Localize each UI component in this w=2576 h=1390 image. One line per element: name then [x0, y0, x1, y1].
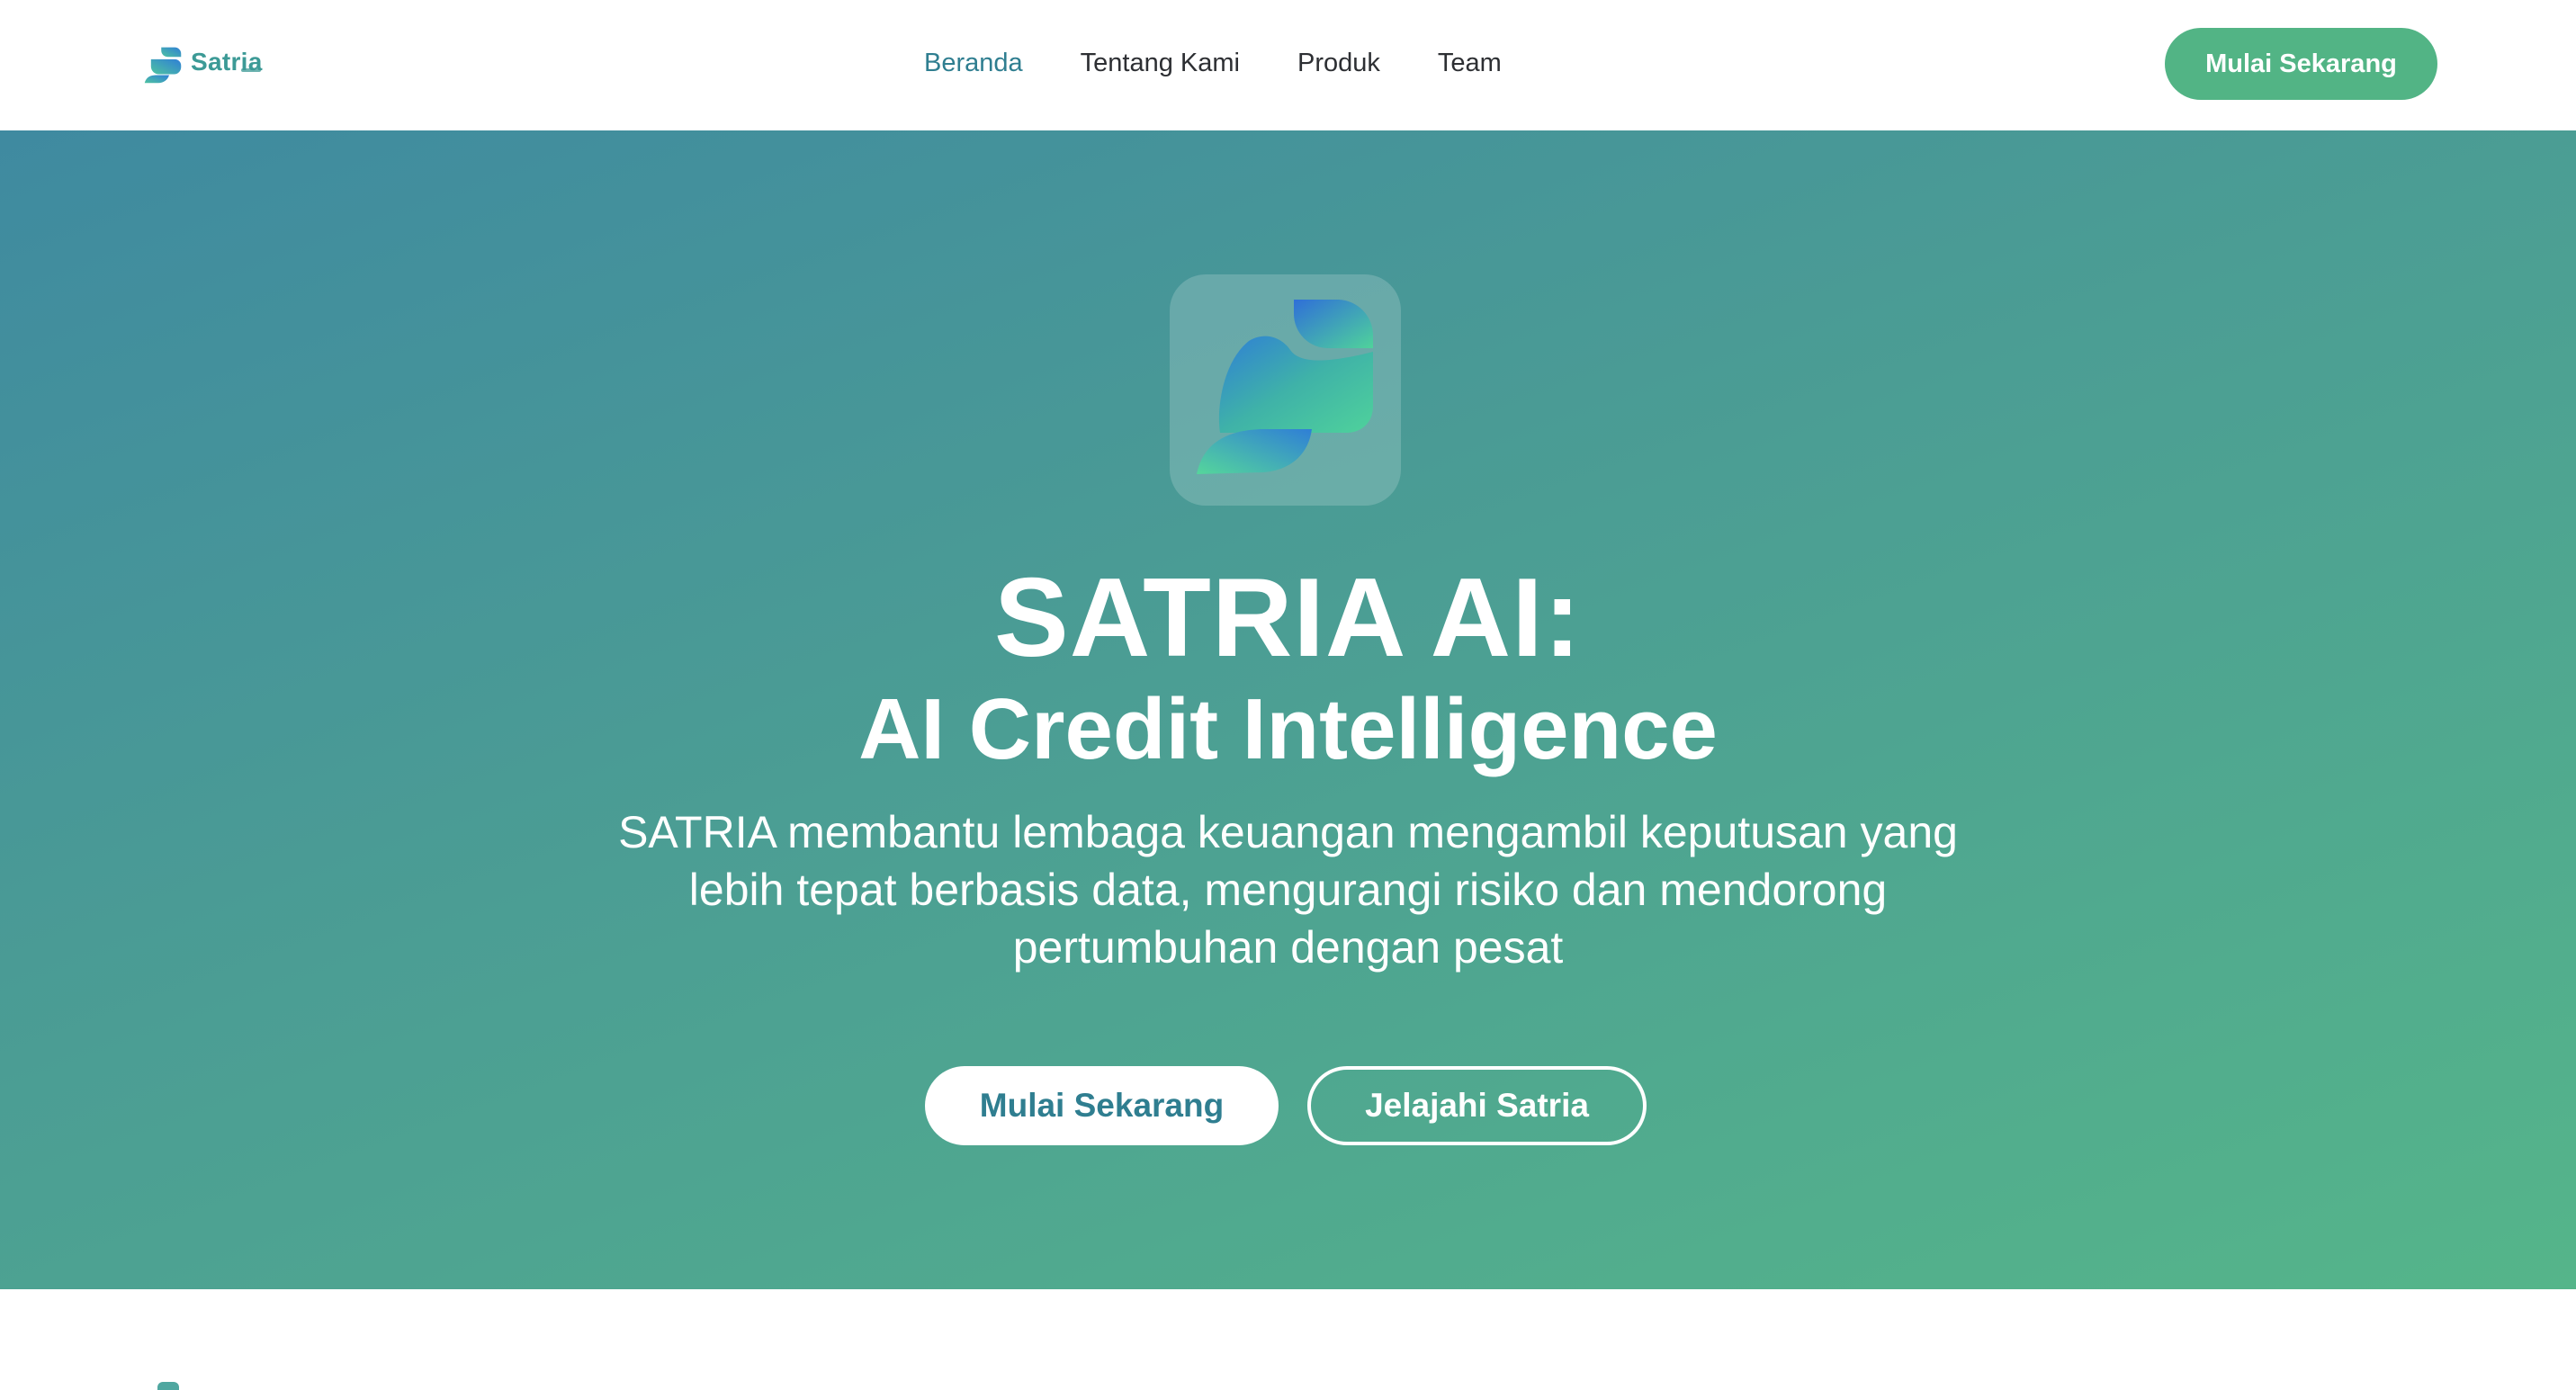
hero-explore-button[interactable]: Jelajahi Satria — [1307, 1066, 1647, 1145]
hero-start-button[interactable]: Mulai Sekarang — [925, 1066, 1279, 1145]
hero-section: SATRIA AI: AI Credit Intelligence SATRIA… — [0, 130, 2576, 1289]
next-section-logo-fragment — [157, 1382, 179, 1390]
top-navbar: Satria Beranda Tentang Kami Produk Team … — [0, 0, 2576, 130]
hero-logo-tile — [1170, 274, 1401, 506]
brand-name: Satria — [191, 48, 263, 76]
brand-tagline-mark — [240, 68, 261, 72]
hero-description: SATRIA membantu lembaga keuangan mengamb… — [618, 807, 1958, 973]
satria-logo-icon — [142, 45, 184, 85]
hero-subtitle: AI Credit Intelligence — [858, 681, 1718, 777]
brand-logo-link[interactable]: Satria — [142, 41, 263, 88]
nav-start-button[interactable]: Mulai Sekarang — [2165, 28, 2437, 100]
hero-title: SATRIA AI: — [994, 556, 1582, 680]
nav-link-tentang-kami[interactable]: Tentang Kami — [1081, 49, 1240, 78]
nav-link-beranda[interactable]: Beranda — [924, 49, 1023, 78]
nav-link-produk[interactable]: Produk — [1297, 49, 1380, 78]
main-nav: Beranda Tentang Kami Produk Team — [924, 43, 1502, 83]
nav-link-team[interactable]: Team — [1438, 49, 1502, 78]
